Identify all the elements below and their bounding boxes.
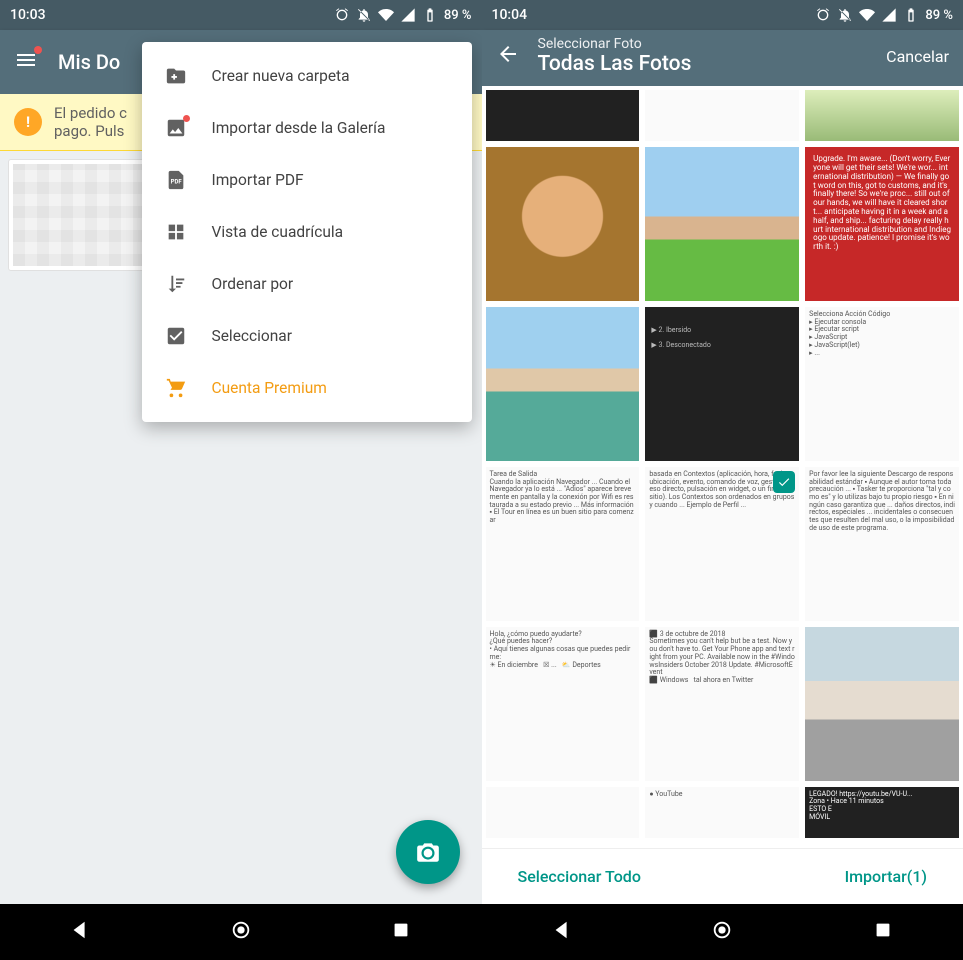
back-button[interactable]	[496, 42, 520, 70]
wifi-icon	[859, 7, 875, 23]
notification-dot-icon	[34, 46, 42, 54]
appbar-supertitle: Seleccionar Foto	[538, 36, 869, 52]
signal-icon	[881, 7, 897, 23]
photo-thumb[interactable]: Selecciona Acción Código▸ Ejecutar conso…	[805, 307, 959, 461]
menu-label: Importar desde la Galería	[212, 119, 386, 137]
nav-back-button[interactable]	[551, 919, 573, 945]
menu-item-import-pdf[interactable]: PDF Importar PDF	[142, 154, 472, 206]
menu-item-select[interactable]: Seleccionar	[142, 310, 472, 362]
menu-label: Seleccionar	[212, 327, 293, 345]
nav-recent-button[interactable]	[390, 919, 412, 945]
photo-thumb[interactable]	[805, 627, 959, 781]
photo-thumb[interactable]	[805, 90, 959, 141]
status-bar: 10:04 89 %	[482, 0, 963, 30]
import-button[interactable]: Importar(1)	[845, 867, 927, 886]
folder-plus-icon	[164, 65, 188, 87]
photo-grid-wrap: Upgrade. I'm aware... (Don't worry, Ever…	[482, 86, 963, 838]
alarm-icon	[334, 7, 350, 23]
nav-back-button[interactable]	[69, 919, 91, 945]
cart-icon	[164, 377, 188, 399]
menu-label: Vista de cuadrícula	[212, 223, 344, 241]
cancel-button[interactable]: Cancelar	[886, 47, 949, 66]
photo-thumb[interactable]	[486, 90, 640, 141]
photo-thumb[interactable]	[645, 90, 799, 141]
nav-recent-button[interactable]	[872, 919, 894, 945]
selected-check-icon	[773, 471, 795, 493]
wifi-icon	[378, 7, 394, 23]
photo-thumb[interactable]: basada en Contextos (aplicación, hora, f…	[645, 467, 799, 621]
photo-thumb[interactable]	[645, 147, 799, 301]
photo-thumb[interactable]: LEGADO! https://youtu.be/VU-U...Zona • H…	[805, 787, 959, 838]
grid-icon	[164, 221, 188, 243]
menu-label: Ordenar por	[212, 275, 294, 293]
notification-dot-icon	[183, 115, 190, 122]
nav-bar	[0, 904, 482, 960]
warning-text: El pedido c pago. Puls	[54, 104, 127, 140]
pdf-icon: PDF	[164, 169, 188, 191]
appbar-title: Todas Las Fotos	[538, 52, 869, 76]
menu-item-grid-view[interactable]: Vista de cuadrícula	[142, 206, 472, 258]
nav-bar	[482, 904, 963, 960]
photo-grid: Upgrade. I'm aware... (Don't worry, Ever…	[482, 86, 963, 838]
battery-icon	[422, 7, 438, 23]
warning-icon: !	[14, 108, 42, 136]
dnd-icon	[837, 7, 853, 23]
photo-thumb[interactable]	[486, 307, 640, 461]
select-all-button[interactable]: Seleccionar Todo	[518, 867, 641, 886]
battery-icon	[903, 7, 919, 23]
status-time: 10:04	[492, 7, 528, 23]
page-title: Mis Do	[58, 50, 120, 74]
menu-item-import-gallery[interactable]: Importar desde la Galería	[142, 102, 472, 154]
photo-thumb[interactable]: Tarea de SalidaCuando la aplicación Nave…	[486, 467, 640, 621]
menu-item-new-folder[interactable]: Crear nueva carpeta	[142, 50, 472, 102]
document-thumbnail[interactable]	[8, 159, 158, 271]
overflow-menu: Crear nueva carpeta Importar desde la Ga…	[142, 42, 472, 422]
nav-home-button[interactable]	[711, 919, 733, 945]
photo-thumb[interactable]	[486, 787, 640, 838]
appbar-titles: Seleccionar Foto Todas Las Fotos	[538, 36, 869, 76]
menu-label: Importar PDF	[212, 171, 304, 189]
photo-thumb[interactable]: ● YouTube	[645, 787, 799, 838]
app-bar: Seleccionar Foto Todas Las Fotos Cancela…	[482, 30, 963, 86]
status-bar: 10:03 89 %	[0, 0, 482, 30]
bottom-action-bar: Seleccionar Todo Importar(1)	[482, 848, 963, 904]
battery-text: 89 %	[925, 8, 953, 23]
checkbox-icon	[164, 325, 188, 347]
svg-text:PDF: PDF	[170, 179, 182, 186]
nav-home-button[interactable]	[230, 919, 252, 945]
signal-icon	[400, 7, 416, 23]
photo-thumb[interactable]: Upgrade. I'm aware... (Don't worry, Ever…	[805, 147, 959, 301]
alarm-icon	[815, 7, 831, 23]
status-time: 10:03	[10, 7, 46, 23]
menu-item-premium[interactable]: Cuenta Premium	[142, 362, 472, 414]
menu-label: Cuenta Premium	[212, 379, 327, 397]
left-screen: 10:03 89 % Mis Do ! El pedido c pago. Pu…	[0, 0, 482, 960]
status-right: 89 %	[334, 7, 472, 23]
dnd-icon	[356, 7, 372, 23]
gallery-icon	[164, 117, 188, 139]
camera-fab[interactable]	[396, 820, 460, 884]
photo-thumb[interactable]	[486, 147, 640, 301]
menu-button[interactable]	[14, 48, 38, 76]
photo-thumb[interactable]: ⬛ 3 de octubre de 2018Sometimes you can'…	[645, 627, 799, 781]
photo-thumb[interactable]: Hola, ¿cómo puedo ayudarte?¿Qué puedes h…	[486, 627, 640, 781]
right-screen: 10:04 89 % Seleccionar Foto Todas Las Fo…	[482, 0, 963, 960]
battery-text: 89 %	[444, 8, 472, 23]
photo-thumb[interactable]: Por favor lee la siguiente Descargo de r…	[805, 467, 959, 621]
camera-icon	[415, 839, 441, 865]
photo-thumb[interactable]: ▶ 2. Ibersido▶ 3. Desconectado	[645, 307, 799, 461]
menu-item-sort[interactable]: Ordenar por	[142, 258, 472, 310]
menu-label: Crear nueva carpeta	[212, 67, 350, 85]
sort-icon	[164, 273, 188, 295]
